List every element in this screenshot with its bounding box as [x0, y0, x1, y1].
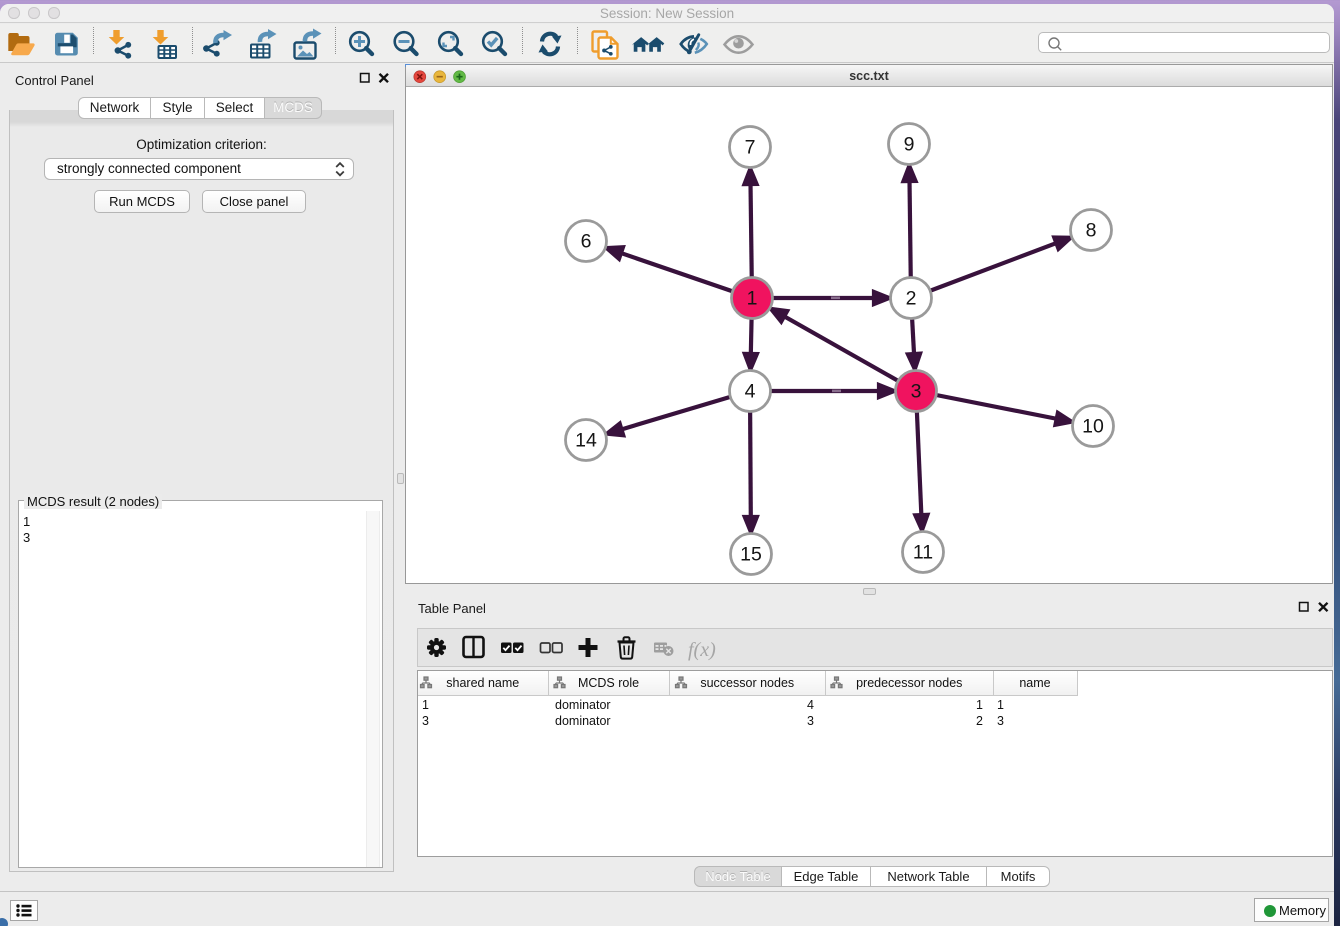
svg-text:4: 4 [744, 380, 755, 402]
svg-text:8: 8 [1085, 219, 1096, 241]
svg-text:10: 10 [1082, 415, 1104, 437]
svg-text:7: 7 [744, 136, 755, 158]
svg-text:6: 6 [580, 230, 591, 252]
svg-text:11: 11 [912, 541, 932, 563]
svg-text:15: 15 [740, 543, 762, 565]
svg-text:14: 14 [575, 429, 597, 451]
svg-text:9: 9 [903, 133, 914, 155]
svg-text:f(x): f(x) [688, 639, 716, 661]
svg-text:3: 3 [910, 380, 921, 402]
svg-text:2: 2 [905, 287, 916, 309]
svg-text:1: 1 [746, 287, 757, 309]
